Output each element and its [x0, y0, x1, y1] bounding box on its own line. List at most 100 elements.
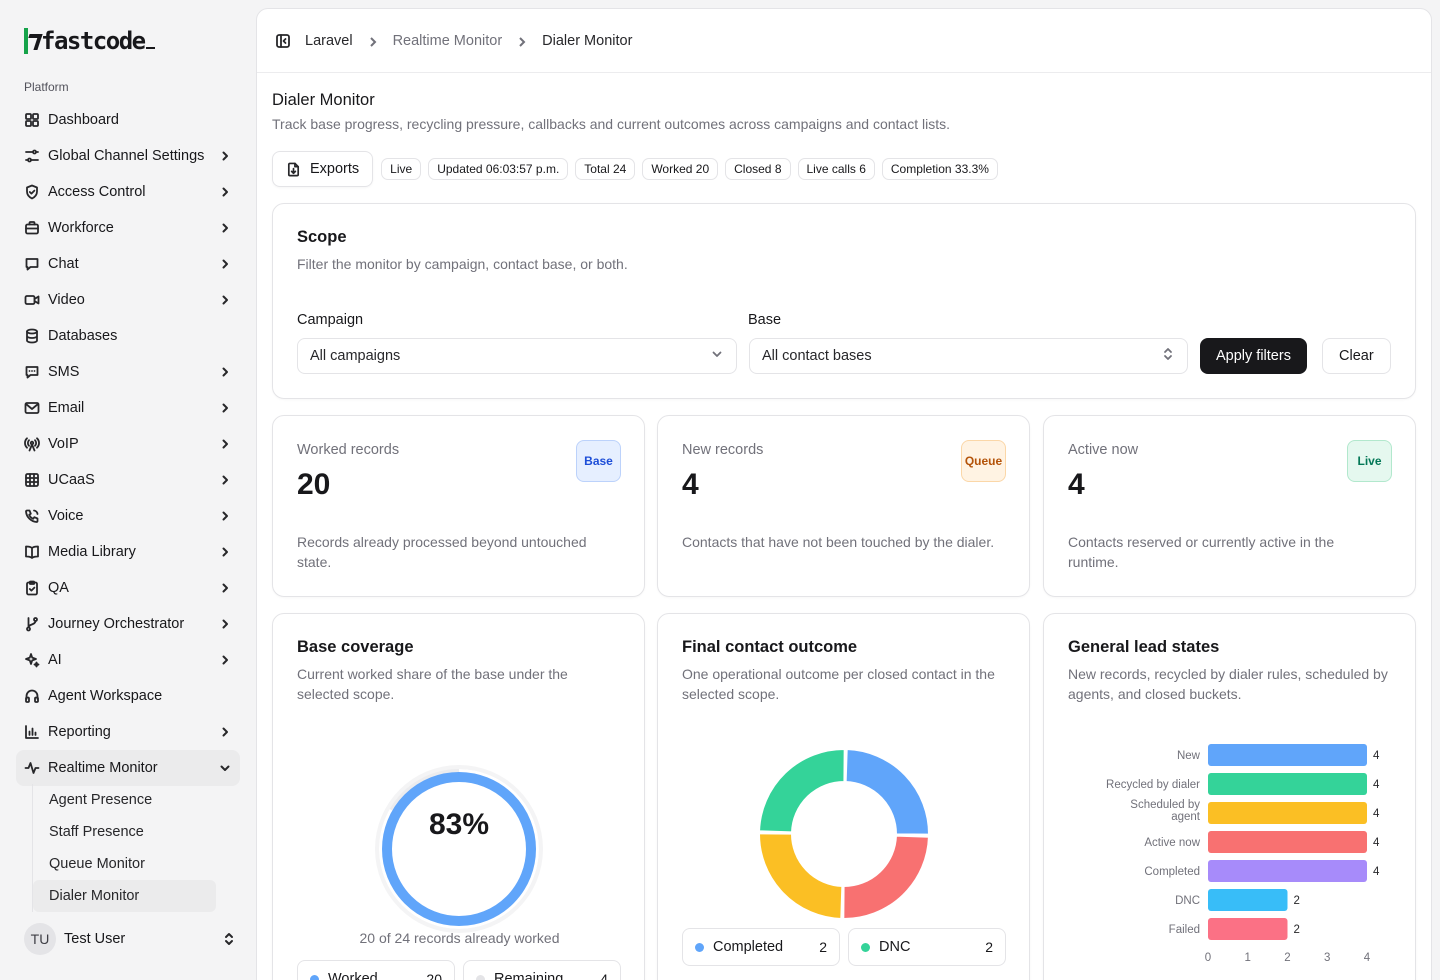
sidebar-item-ucaas[interactable]: UCaaS	[16, 462, 240, 498]
sidebar-item-label: Dashboard	[48, 112, 119, 128]
status-chip: Updated 06:03:57 p.m.	[428, 158, 569, 180]
chat-icon	[24, 256, 40, 272]
sliders-icon	[24, 148, 40, 164]
bar-value-label: 4	[1373, 837, 1380, 849]
chevron-right-icon	[218, 473, 232, 487]
status-chip: Completion 33.3%	[881, 158, 998, 180]
final-outcome-title: Final contact outcome	[682, 638, 858, 656]
bar-value-label: 2	[1294, 895, 1300, 907]
topbar: Laravel Realtime Monitor Dialer Monitor	[257, 9, 1431, 73]
x-tick-label: 4	[1364, 952, 1371, 964]
stat-label: Worked records	[297, 442, 400, 458]
sidebar-item-video[interactable]: Video	[16, 282, 240, 318]
sidebar-item-label: AI	[48, 652, 62, 668]
database-icon	[24, 328, 40, 344]
breadcrumb-laravel[interactable]: Laravel	[305, 33, 353, 49]
sidebar-item-agent-workspace[interactable]: Agent Workspace	[16, 678, 240, 714]
legend-value: 2	[819, 939, 827, 955]
phone-icon	[24, 508, 40, 524]
outcome-legend-dnc: DNC 2	[848, 928, 1006, 966]
sidebar-subitem-queue-monitor[interactable]: Queue Monitor	[33, 848, 216, 880]
sidebar-subitem-staff-presence[interactable]: Staff Presence	[33, 816, 216, 848]
git-branch-icon	[24, 616, 40, 632]
sidebar-section-label: Platform	[24, 80, 69, 94]
base-select[interactable]: All contact bases	[749, 338, 1188, 374]
sidebar-item-label: VoIP	[48, 436, 79, 452]
sidebar-item-sms[interactable]: SMS	[16, 354, 240, 390]
sidebar-item-global-channel-settings[interactable]: Global Channel Settings	[16, 138, 240, 174]
sidebar-item-label: Journey Orchestrator	[48, 616, 185, 632]
sidebar-item-realtime-monitor[interactable]: Realtime Monitor	[16, 750, 240, 786]
sidebar-item-voip[interactable]: VoIP	[16, 426, 240, 462]
bar-recycled-by-dialer	[1208, 773, 1367, 795]
brand-logo[interactable]: fastcode	[24, 26, 155, 56]
apply-filters-button[interactable]: Apply filters	[1200, 338, 1307, 374]
base-coverage-title: Base coverage	[297, 638, 414, 656]
bar-chart-icon	[24, 724, 40, 740]
sidebar-subitem-dialer-monitor[interactable]: Dialer Monitor	[33, 880, 216, 912]
base-coverage-card: Base coverage Current worked share of th…	[272, 613, 645, 980]
sidebar-item-databases[interactable]: Databases	[16, 318, 240, 354]
exports-button[interactable]: Exports	[272, 151, 374, 187]
lead-states-bar-chart: New 4 Recycled by dialer 4 Scheduled byagent…	[1106, 744, 1380, 964]
sidebar: fastcode Platform Dashboard Global Channe…	[0, 0, 256, 980]
sidebar-item-access-control[interactable]: Access Control	[16, 174, 240, 210]
chevron-right-icon	[218, 509, 232, 523]
sidebar-item-label: Global Channel Settings	[48, 148, 205, 164]
clipboard-icon	[24, 580, 40, 596]
book-icon	[24, 544, 40, 560]
sidebar-item-reporting[interactable]: Reporting	[16, 714, 240, 750]
sidebar-item-label: Realtime Monitor	[48, 760, 158, 776]
sidebar-item-workforce[interactable]: Workforce	[16, 210, 240, 246]
sidebar-toggle-icon[interactable]	[275, 33, 291, 49]
sidebar-subitem-agent-presence[interactable]: Agent Presence	[33, 784, 216, 816]
sidebar-item-email[interactable]: Email	[16, 390, 240, 426]
base-coverage-subtitle: Current worked share of the base under t…	[297, 666, 568, 702]
legend-value: 4	[600, 971, 608, 980]
clear-button[interactable]: Clear	[1322, 338, 1391, 374]
bar-value-label: 4	[1373, 750, 1380, 762]
chevrons-up-down-icon	[222, 932, 236, 946]
brand-name: fastcode	[41, 27, 146, 55]
sidebar-item-qa[interactable]: QA	[16, 570, 240, 606]
bar-value-label: 4	[1373, 808, 1380, 820]
bar-category-label: Active now	[1144, 837, 1200, 849]
campaign-select[interactable]: All campaigns	[297, 338, 737, 374]
status-badge: Live	[1347, 440, 1392, 482]
sidebar-item-journey-orchestrator[interactable]: Journey Orchestrator	[16, 606, 240, 642]
chevron-right-icon	[218, 293, 232, 307]
scope-card: Scope Filter the monitor by campaign, co…	[272, 203, 1416, 399]
sidebar-item-label: Workforce	[48, 220, 114, 236]
bar-value-label: 4	[1373, 779, 1380, 791]
chevron-right-icon	[218, 365, 232, 379]
bar-category-label: DNC	[1175, 895, 1200, 907]
campaign-label: Campaign	[297, 312, 364, 328]
sidebar-nav: Dashboard Global Channel Settings Access C…	[16, 102, 240, 786]
chevron-right-icon	[218, 545, 232, 559]
breadcrumb-realtime-monitor[interactable]: Realtime Monitor	[393, 33, 503, 49]
chevron-right-icon	[218, 617, 232, 631]
campaign-select-value: All campaigns	[310, 348, 401, 364]
sidebar-item-label: Voice	[48, 508, 84, 524]
sms-icon	[24, 364, 40, 380]
final-outcome-subtitle: One operational outcome per closed conta…	[682, 666, 995, 702]
sidebar-item-media-library[interactable]: Media Library	[16, 534, 240, 570]
page-subtitle: Track base progress, recycling pressure,…	[272, 116, 951, 132]
sidebar-item-ai[interactable]: AI	[16, 642, 240, 678]
status-chip: Total 24	[575, 158, 636, 180]
mail-icon	[24, 400, 40, 416]
sidebar-subnav: Agent Presence Staff Presence Queue Monito…	[32, 784, 216, 912]
sidebar-item-label: Email	[48, 400, 85, 416]
bar-category-label: agent	[1171, 811, 1201, 823]
sidebar-item-chat[interactable]: Chat	[16, 246, 240, 282]
sidebar-item-dashboard[interactable]: Dashboard	[16, 102, 240, 138]
chevron-right-icon	[367, 35, 379, 47]
stat-value: 20	[297, 468, 331, 501]
legend-dot	[695, 942, 704, 952]
x-tick-label: 2	[1284, 952, 1290, 964]
user-menu[interactable]: TU Test User	[24, 922, 236, 956]
logo-mark-icon	[24, 28, 38, 54]
legend-dot	[861, 942, 870, 952]
legend-value: 2	[985, 939, 993, 955]
sidebar-item-voice[interactable]: Voice	[16, 498, 240, 534]
